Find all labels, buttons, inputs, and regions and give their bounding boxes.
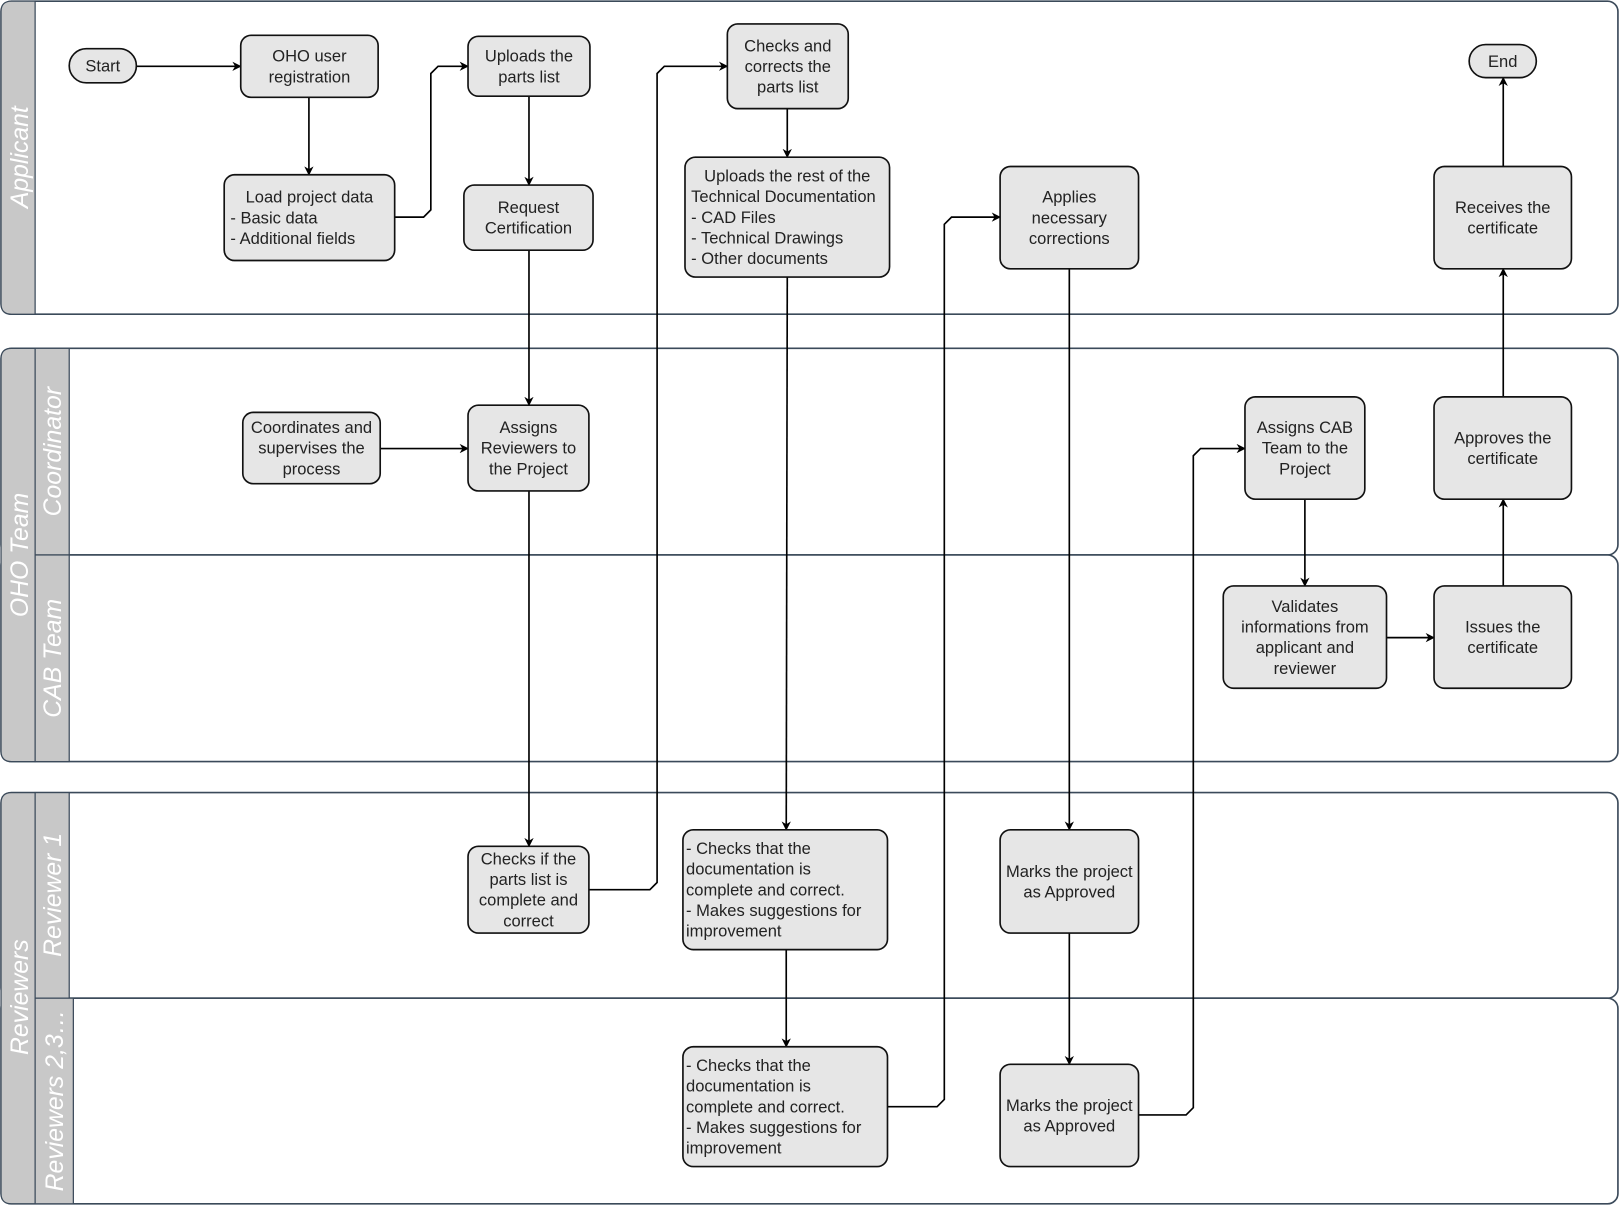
arrow-uploads-rest-docs-to-checks-documentation-r1 bbox=[781, 277, 791, 831]
node-text-line: Marks the project bbox=[1006, 862, 1133, 881]
node-text-line: registration bbox=[269, 67, 351, 86]
node-text-line: Technical Documentation bbox=[691, 187, 876, 206]
lane-label-oho-team: OHO Team bbox=[7, 493, 34, 617]
node-text-line: certificate bbox=[1467, 638, 1538, 657]
node-assigns-reviewers[interactable]: Assigns Reviewers tothe Project bbox=[467, 404, 590, 492]
node-issues-certificate[interactable]: Issues the certificate bbox=[1433, 585, 1573, 690]
node-text-line: as Approved bbox=[1023, 1116, 1115, 1135]
node-text-line: Certification bbox=[485, 219, 572, 238]
node-marks-approved-r2[interactable]: Marks the projectas Approved bbox=[999, 1063, 1140, 1168]
node-text-line: - Technical Drawings bbox=[691, 228, 843, 247]
node-text-line: Validates bbox=[1272, 597, 1339, 616]
process-box bbox=[999, 828, 1140, 934]
node-text-line: - Makes suggestions for bbox=[686, 1118, 862, 1137]
node-text-line: Marks the project bbox=[1006, 1096, 1133, 1115]
process-box bbox=[1433, 396, 1573, 500]
node-checks-parts-list[interactable]: Checks if the parts list is complete andco… bbox=[467, 845, 590, 934]
node-text-line: Request bbox=[498, 198, 560, 217]
node-text-line: as Approved bbox=[1023, 882, 1115, 901]
process-box bbox=[463, 184, 594, 252]
process-box bbox=[239, 34, 379, 99]
node-text-line: - Checks that the bbox=[686, 1056, 811, 1075]
node-text-line: Receives the bbox=[1455, 198, 1550, 217]
node-request-certification[interactable]: Request Certification bbox=[463, 184, 594, 252]
node-oho-user-registration[interactable]: OHO userregistration bbox=[239, 34, 379, 99]
node-receives-certificate[interactable]: Receives the certificate bbox=[1433, 165, 1573, 270]
node-end[interactable]: End bbox=[1468, 43, 1538, 79]
node-text-line: Assigns CAB bbox=[1257, 418, 1353, 437]
node-uploads-parts-list[interactable]: Uploads theparts list bbox=[467, 35, 591, 98]
lane-label-reviewer-1: Reviewer 1 bbox=[40, 833, 67, 957]
node-text-line: OHO user bbox=[272, 47, 347, 66]
node-start[interactable]: Start bbox=[68, 47, 138, 84]
node-text-line: the Project bbox=[489, 459, 568, 478]
node-text-line: - Other documents bbox=[691, 249, 828, 268]
node-text-line: - Additional fields bbox=[230, 229, 355, 248]
node-text-line: applicant and bbox=[1256, 638, 1354, 657]
process-box bbox=[999, 1063, 1140, 1168]
node-uploads-rest-docs[interactable]: Uploads the rest of the Technical Documen… bbox=[684, 156, 891, 278]
node-text-line: documentation is bbox=[686, 1077, 811, 1096]
node-text-line: certificate bbox=[1467, 449, 1538, 468]
process-box bbox=[467, 35, 591, 98]
node-coordinates-supervises[interactable]: Coordinates and supervises theprocess bbox=[241, 411, 382, 485]
node-text-line: Team to the bbox=[1262, 439, 1348, 458]
node-assigns-cab-team[interactable]: Assigns CAB Team to theProject bbox=[1244, 396, 1366, 500]
lane-label-applicant: Applicant bbox=[7, 105, 34, 210]
node-checks-documentation-r2[interactable]: - Checks that the documentation iscomplet… bbox=[682, 1045, 889, 1168]
node-text-line: complete and correct. bbox=[686, 880, 845, 899]
lane-label-reviewers: Reviewers bbox=[7, 939, 34, 1055]
pool-oho-team: OHO Team Coordinator CAB Team bbox=[0, 347, 1619, 763]
node-text-line: - Checks that the bbox=[686, 839, 811, 858]
node-text-line: Load project data bbox=[246, 188, 374, 207]
node-text-line: Project bbox=[1279, 459, 1331, 478]
node-text-line: process bbox=[283, 459, 341, 478]
process-box bbox=[1433, 165, 1573, 270]
node-validates-information[interactable]: Validatesinformations from applicant and r… bbox=[1222, 585, 1388, 690]
swimlane-diagram: Applicant OHO Team Coordinator CAB Team … bbox=[0, 0, 1619, 1205]
node-text-line: Coordinates and bbox=[251, 418, 372, 437]
node-text-line: documentation is bbox=[686, 860, 811, 879]
node-text-line: Assigns bbox=[500, 418, 558, 437]
node-text-line: Start bbox=[85, 56, 120, 75]
node-text-line: Checks and bbox=[744, 36, 831, 55]
node-load-project-data[interactable]: Load project data- Basic data - Additiona… bbox=[223, 173, 396, 262]
node-text-line: Applies bbox=[1042, 188, 1096, 207]
node-text-line: corrects the bbox=[745, 57, 831, 76]
lane-label-reviewers-2-3: Reviewers 2,3… bbox=[42, 1010, 69, 1192]
node-checks-corrects-parts-list[interactable]: Checks and corrects the parts list bbox=[726, 23, 850, 110]
node-text-line: corrections bbox=[1029, 229, 1110, 248]
node-text-line: improvement bbox=[686, 1139, 782, 1158]
node-text-line: Reviewers to bbox=[481, 439, 576, 458]
lane-label-coordinator: Coordinator bbox=[40, 385, 67, 516]
node-applies-corrections[interactable]: Appliesnecessary corrections bbox=[999, 165, 1140, 270]
node-text-line: Uploads the rest of the bbox=[704, 166, 870, 185]
node-text-line: Approves the bbox=[1454, 428, 1551, 447]
node-text-line: End bbox=[1488, 52, 1517, 71]
node-text-line: - Basic data bbox=[230, 208, 318, 227]
node-text-line: necessary bbox=[1032, 208, 1108, 227]
node-text-line: parts list bbox=[757, 78, 819, 97]
node-marks-approved-r1[interactable]: Marks the projectas Approved bbox=[999, 828, 1140, 934]
node-text-line: - CAD Files bbox=[691, 208, 775, 227]
node-text-line: complete and correct. bbox=[686, 1097, 845, 1116]
node-text-line: improvement bbox=[686, 922, 782, 941]
process-box bbox=[1433, 585, 1573, 690]
node-text-line: Uploads the bbox=[485, 47, 573, 66]
node-text-line: parts list is bbox=[489, 870, 567, 889]
node-text-line: Checks if the bbox=[481, 849, 576, 868]
node-text-line: reviewer bbox=[1274, 659, 1337, 678]
node-text-line: complete and bbox=[479, 891, 578, 910]
lane-label-cab-team: CAB Team bbox=[40, 599, 67, 718]
node-text-line: parts list bbox=[498, 67, 560, 86]
node-text-line: Issues the bbox=[1465, 617, 1540, 636]
node-text-line: supervises the bbox=[258, 439, 365, 458]
node-text-line: - Makes suggestions for bbox=[686, 901, 862, 920]
node-text-line: informations from bbox=[1241, 617, 1369, 636]
node-text-line: certificate bbox=[1467, 219, 1538, 238]
node-approves-certificate[interactable]: Approves the certificate bbox=[1433, 396, 1573, 500]
node-checks-documentation-r1[interactable]: - Checks that the documentation iscomplet… bbox=[682, 828, 889, 951]
node-text-line: correct bbox=[503, 911, 554, 930]
